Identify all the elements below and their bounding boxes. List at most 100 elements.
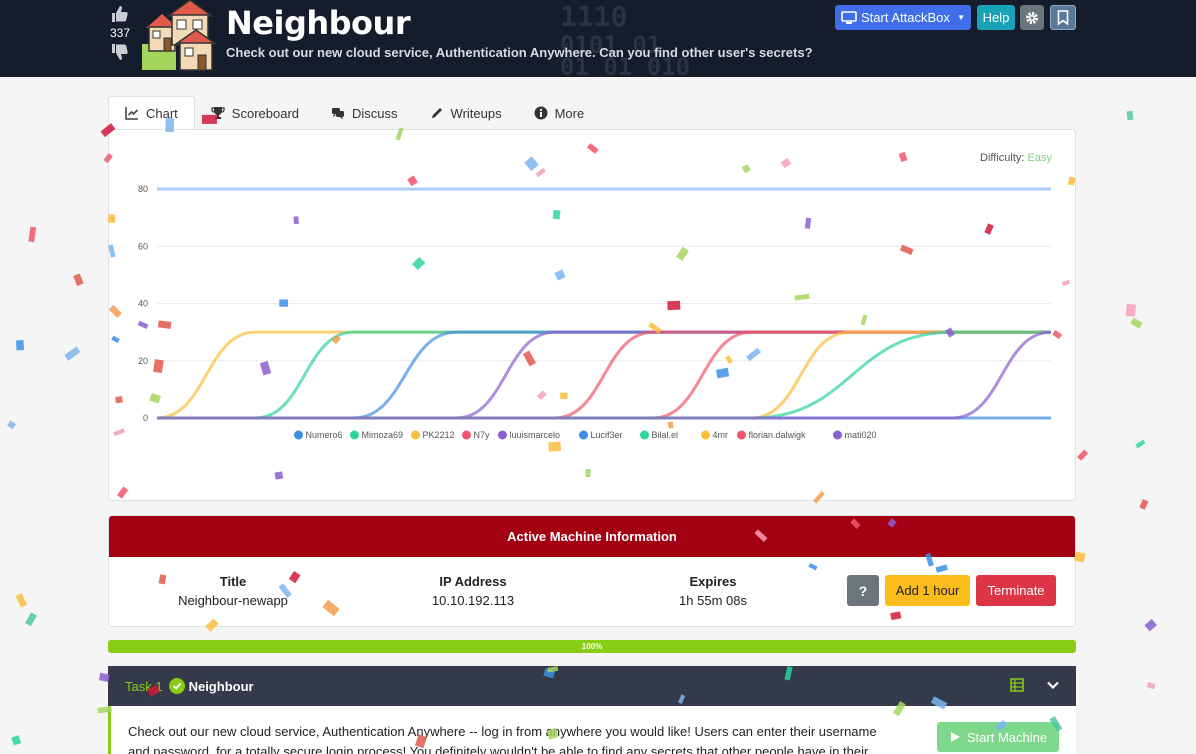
confetti-piece <box>73 273 84 287</box>
gear-icon <box>1026 11 1038 24</box>
legend-label: Mimoza69 <box>362 430 404 440</box>
task-header[interactable]: Task 1 Neighbour <box>108 666 1076 706</box>
pen-icon <box>431 108 442 118</box>
confetti-piece <box>1146 681 1156 690</box>
task-name: Neighbour <box>188 678 254 694</box>
confetti-piece <box>28 226 37 243</box>
confetti-piece <box>15 593 28 608</box>
legend-label: 4mr <box>713 430 729 440</box>
machine-title-value: Neighbour-newapp <box>178 593 288 608</box>
legend-marker <box>640 430 649 440</box>
room-header: 1110 0101 01 01 01 010 337 Neighbour Che… <box>0 0 1196 79</box>
y-tick-label: 0 <box>143 413 148 423</box>
machine-ip-value: 10.10.192.113 <box>431 593 515 608</box>
legend-label: PK2212 <box>423 430 455 440</box>
series-line <box>157 330 1051 420</box>
legend-marker <box>498 430 507 440</box>
tab-writeups-label: Writeups <box>450 105 502 121</box>
tab-scoreboard[interactable]: Scoreboard <box>195 96 315 130</box>
bookmark-icon <box>1057 10 1069 25</box>
play-icon <box>950 732 960 742</box>
legend-marker <box>462 430 471 440</box>
confetti-piece <box>7 420 17 430</box>
vote-widget: 337 <box>106 2 134 64</box>
task-description: Check out our new cloud service, Authent… <box>128 724 877 754</box>
legend-marker <box>294 430 303 440</box>
tab-chart-label: Chart <box>146 105 178 121</box>
machine-help-button[interactable]: ? <box>847 575 879 606</box>
help-button[interactable]: Help <box>977 5 1015 30</box>
y-tick-label: 80 <box>138 184 148 194</box>
y-tick-label: 20 <box>138 356 148 366</box>
confetti-piece <box>1126 110 1134 121</box>
legend-marker <box>579 430 588 440</box>
active-machine-panel: Active Machine Information Title Neighbo… <box>108 515 1076 627</box>
confetti-piece <box>25 612 37 627</box>
legend-marker <box>411 430 420 440</box>
check-circle-icon <box>168 678 185 694</box>
room-tabs: Chart Scoreboard Discuss Writeups More <box>108 96 600 130</box>
add-hour-button[interactable]: Add 1 hour <box>885 575 970 606</box>
legend-label: Numero6 <box>306 430 343 440</box>
tab-more-label: More <box>554 105 585 121</box>
thumbs-down-icon[interactable] <box>110 42 130 62</box>
legend-label: florian.dalwigk <box>749 430 807 440</box>
caret-down-icon: ▼ <box>957 13 965 22</box>
machine-expires-field: Expires 1h 55m 08s <box>633 574 793 608</box>
desktop-icon <box>841 10 857 24</box>
confetti-piece <box>64 346 81 361</box>
legend-marker <box>701 430 710 440</box>
chevron-down-icon[interactable] <box>1046 678 1060 692</box>
confetti-piece <box>1125 303 1137 317</box>
chart-panel: Difficulty: Easy 0 20 40 60 80 Numero6 Mimoza6… <box>108 129 1076 501</box>
confetti-piece <box>15 340 25 351</box>
start-attackbox-label: Start AttackBox <box>861 10 950 25</box>
info-icon <box>534 106 548 120</box>
legend-marker <box>833 430 842 440</box>
task-number: Task 1 <box>125 678 163 694</box>
settings-button[interactable] <box>1020 5 1044 30</box>
tab-scoreboard-label: Scoreboard <box>231 105 300 121</box>
tab-discuss[interactable]: Discuss <box>315 96 414 130</box>
progress-line-chart: 0 20 40 60 80 Numero6 Mimoza69 PK2212 N7y luuisma… <box>138 184 1052 440</box>
start-machine-button[interactable]: Start Machine <box>937 722 1059 752</box>
tab-discuss-label: Discuss <box>352 105 398 121</box>
comments-icon <box>332 108 345 120</box>
tab-chart[interactable]: Chart <box>108 96 195 130</box>
room-subtitle: Check out our new cloud service, Authent… <box>226 45 813 60</box>
confetti-piece <box>1077 449 1089 461</box>
tab-writeups[interactable]: Writeups <box>414 96 518 130</box>
machine-ip-label: IP Address <box>439 574 507 589</box>
machine-title-field: Title Neighbour-newapp <box>153 574 313 608</box>
terminate-button[interactable]: Terminate <box>976 575 1056 606</box>
confetti-piece <box>11 735 22 746</box>
confetti-piece <box>1139 499 1149 510</box>
tab-more[interactable]: More <box>518 96 601 130</box>
legend-label: N7y <box>474 430 491 440</box>
bookmark-button[interactable] <box>1050 5 1076 30</box>
task-body: Check out our new cloud service, Authent… <box>108 706 1076 754</box>
start-machine-label: Start Machine <box>966 729 1048 745</box>
confetti-piece <box>1144 619 1157 632</box>
legend-label: Lucif3er <box>591 430 623 440</box>
room-progress-fill: 100% <box>108 640 1076 653</box>
legend-label: Bilal.el <box>652 430 679 440</box>
machine-title-label: Title <box>219 574 247 589</box>
machine-expires-label: Expires <box>689 574 737 589</box>
notes-icon[interactable] <box>1010 678 1024 692</box>
machine-ip-field: IP Address 10.10.192.113 <box>393 574 553 608</box>
legend-marker <box>350 430 359 440</box>
legend-marker <box>737 430 746 440</box>
chart-icon <box>125 107 139 120</box>
active-machine-heading: Active Machine Information <box>109 516 1075 557</box>
confetti-piece <box>1130 317 1143 329</box>
legend-label: mati020 <box>845 430 877 440</box>
machine-expires-value: 1h 55m 08s <box>679 593 747 608</box>
houses-icon <box>142 0 216 71</box>
y-tick-label: 60 <box>138 241 148 251</box>
legend-label: luuismarcelo <box>510 430 561 440</box>
confetti-piece <box>1135 439 1146 449</box>
start-attackbox-button[interactable]: Start AttackBox ▼ <box>835 5 971 30</box>
thumbs-up-icon[interactable] <box>110 4 130 24</box>
vote-count: 337 <box>109 26 131 40</box>
